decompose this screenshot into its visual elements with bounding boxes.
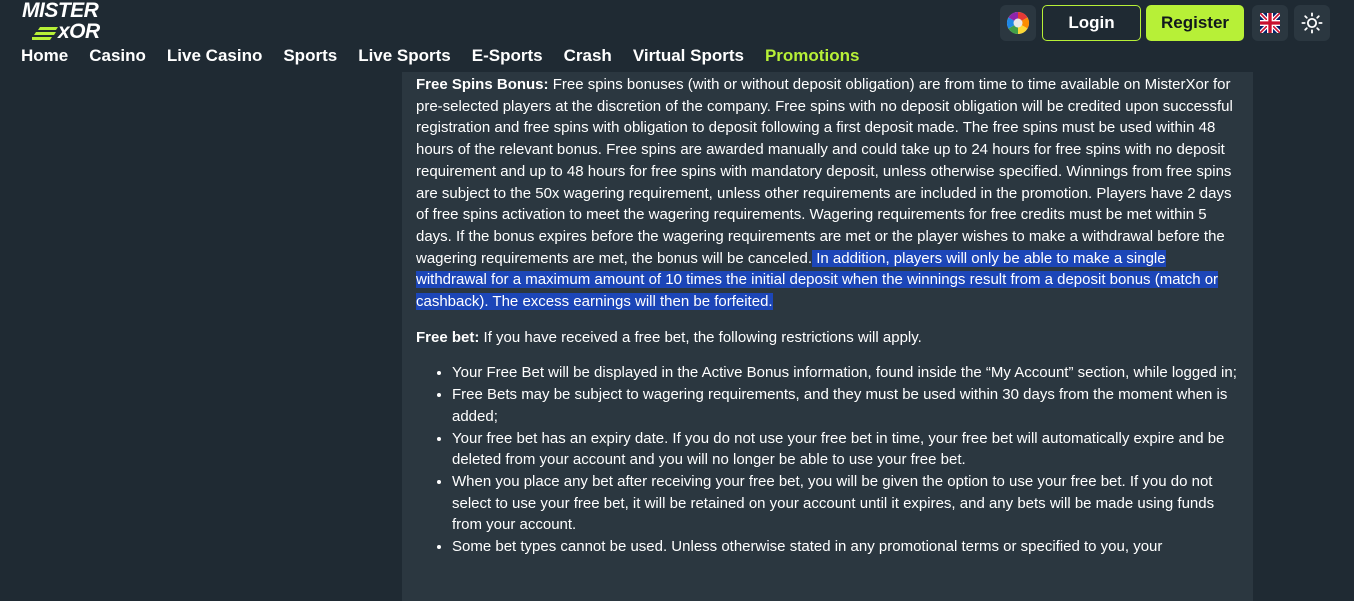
site-header: MISTER xOR Home Casino Live Casino Sport… <box>0 0 1354 72</box>
nav-item-crash[interactable]: Crash <box>564 44 612 68</box>
nav-item-promotions[interactable]: Promotions <box>765 44 859 68</box>
theme-toggle-button[interactable] <box>1294 5 1330 41</box>
logo-line-2: xOR <box>58 20 100 43</box>
nav-item-live-sports[interactable]: Live Sports <box>358 44 451 68</box>
login-button[interactable]: Login <box>1042 5 1141 41</box>
terms-text: Free Spins Bonus: Free spins bonuses (wi… <box>416 74 1238 558</box>
free-bet-title: Free bet: <box>416 328 480 346</box>
nav-item-sports[interactable]: Sports <box>283 44 337 68</box>
page: MISTER xOR Home Casino Live Casino Sport… <box>0 0 1354 601</box>
free-spins-title: Free Spins Bonus: <box>416 76 549 93</box>
list-item: Your free bet has an expiry date. If you… <box>452 428 1238 471</box>
color-wheel-icon <box>1007 12 1029 34</box>
language-button[interactable] <box>1252 5 1288 41</box>
nav-item-virtual-sports[interactable]: Virtual Sports <box>633 44 744 68</box>
nav-item-live-casino[interactable]: Live Casino <box>167 44 262 68</box>
uk-flag-icon <box>1260 13 1280 33</box>
list-item: Some bet types cannot be used. Unless ot… <box>452 536 1238 558</box>
free-bet-rules-list: Your Free Bet will be displayed in the A… <box>416 362 1238 557</box>
logo-speed-bars-icon <box>32 27 58 40</box>
nav-item-home[interactable]: Home <box>21 44 68 68</box>
list-item: When you place any bet after receiving y… <box>452 471 1238 536</box>
main-nav: Home Casino Live Casino Sports Live Spor… <box>21 44 880 68</box>
list-item: Your Free Bet will be displayed in the A… <box>452 362 1238 384</box>
free-bet-paragraph: Free bet: If you have received a free be… <box>416 327 1238 349</box>
mister-xor-logo[interactable]: MISTER xOR <box>22 0 112 43</box>
free-spins-text: Free spins bonuses (with or without depo… <box>416 76 1233 267</box>
free-spins-paragraph: Free Spins Bonus: Free spins bonuses (wi… <box>416 74 1238 313</box>
nav-item-casino[interactable]: Casino <box>89 44 146 68</box>
sun-icon <box>1301 12 1323 34</box>
list-item: Free Bets may be subject to wagering req… <box>452 384 1238 427</box>
logo-line-1: MISTER <box>22 0 99 22</box>
theme-color-button[interactable] <box>1000 5 1036 41</box>
nav-item-e-sports[interactable]: E-Sports <box>472 44 543 68</box>
register-button[interactable]: Register <box>1146 5 1244 41</box>
terms-panel: Free Spins Bonus: Free spins bonuses (wi… <box>402 72 1253 601</box>
free-bet-intro: If you have received a free bet, the fol… <box>479 328 922 346</box>
